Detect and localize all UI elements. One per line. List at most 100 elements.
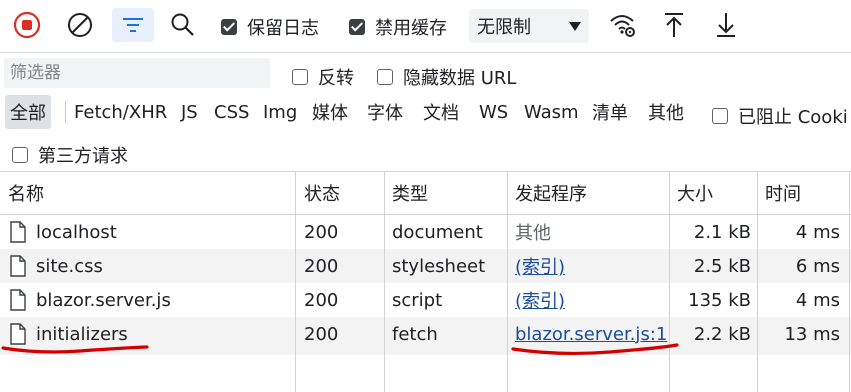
preserve-log-label: 保留日志 — [247, 18, 319, 39]
disable-cache-checkbox[interactable]: 禁用缓存 — [349, 14, 447, 40]
filter-icon — [123, 18, 143, 32]
header-label: 状态 — [304, 184, 340, 205]
export-har-button[interactable] — [709, 8, 743, 42]
type-chip-manifest[interactable]: 清单 — [587, 95, 633, 129]
time-cell: 6 ms — [795, 255, 840, 277]
record-button[interactable] — [10, 8, 44, 42]
checkbox-checked-icon — [349, 19, 365, 35]
column-header-time[interactable]: 时间 — [765, 172, 801, 214]
table-row[interactable]: site.css 200 stylesheet (索引) 2.5 kB 6 ms — [0, 249, 851, 283]
type-chip-media[interactable]: 媒体 — [307, 95, 353, 129]
type-chip-label: 文档 — [423, 103, 459, 124]
document-icon — [10, 255, 26, 277]
blocked-cookies-checkbox[interactable]: 已阻止 Cooki — [712, 103, 848, 129]
request-name-cell: blazor.server.js — [10, 283, 171, 317]
download-icon — [717, 13, 735, 37]
third-party-checkbox[interactable]: 第三方请求 — [12, 142, 128, 168]
type-chip-doc[interactable]: 文档 — [418, 95, 464, 129]
type-chip-img[interactable]: Img — [258, 95, 302, 129]
preserve-log-checkbox[interactable]: 保留日志 — [221, 14, 319, 40]
request-name: blazor.server.js — [36, 289, 171, 311]
checkbox-checked-icon — [221, 19, 237, 35]
type-chip-css[interactable]: CSS — [209, 95, 254, 129]
divider — [0, 52, 851, 53]
table-row[interactable]: initializers 200 fetch blazor.server.js:… — [0, 317, 851, 355]
column-header-name[interactable]: 名称 — [8, 172, 44, 214]
request-name-cell: initializers — [10, 317, 128, 351]
type-chip-label: JS — [181, 101, 198, 123]
column-header-type[interactable]: 类型 — [392, 172, 428, 214]
size-cell: 2.5 kB — [693, 255, 751, 277]
checkbox-unchecked-icon — [292, 69, 308, 85]
disable-cache-label: 禁用缓存 — [375, 18, 447, 39]
filter-input[interactable] — [4, 58, 270, 88]
type-chip-all[interactable]: 全部 — [5, 95, 51, 129]
type-chip-wasm[interactable]: Wasm — [519, 95, 584, 129]
clear-button[interactable] — [63, 8, 97, 42]
column-header-initiator[interactable]: 发起程序 — [515, 172, 587, 214]
type-cell: fetch — [392, 323, 438, 345]
request-name: localhost — [36, 221, 117, 243]
import-har-button[interactable] — [657, 8, 691, 42]
request-name-cell: site.css — [10, 249, 103, 283]
header-label: 类型 — [392, 184, 428, 205]
column-divider[interactable] — [384, 172, 385, 392]
type-chip-fetch-xhr[interactable]: Fetch/XHR — [69, 95, 172, 129]
table-row[interactable]: localhost 200 document 其他 2.1 kB 4 ms — [0, 215, 851, 249]
type-chip-label: 清单 — [592, 103, 628, 124]
filter-toggle-button[interactable] — [112, 8, 154, 42]
initiator-link[interactable]: (索引) — [515, 283, 565, 317]
type-chip-js[interactable]: JS — [176, 95, 203, 129]
type-cell: script — [392, 289, 443, 311]
type-chip-label: 字体 — [367, 103, 403, 124]
header-label: 大小 — [677, 184, 713, 205]
type-chip-font[interactable]: 字体 — [362, 95, 408, 129]
throttling-select[interactable]: 无限制 — [469, 9, 589, 43]
type-chip-label: WS — [479, 101, 509, 123]
invert-label: 反转 — [318, 68, 354, 89]
column-divider[interactable] — [507, 172, 508, 392]
network-toolbar: 保留日志 禁用缓存 无限制 — [0, 0, 851, 52]
initiator-link[interactable]: blazor.server.js:1 — [515, 317, 667, 351]
third-party-label: 第三方请求 — [38, 146, 128, 167]
checkbox-unchecked-icon — [12, 147, 28, 163]
size-cell: 135 kB — [688, 289, 751, 311]
type-chip-label: Fetch/XHR — [74, 101, 168, 123]
column-divider[interactable] — [295, 172, 296, 392]
search-button[interactable] — [166, 8, 200, 42]
type-chip-label: 媒体 — [312, 103, 348, 124]
initiator-cell: 其他 — [515, 223, 551, 244]
initiator-link[interactable]: (索引) — [515, 249, 565, 283]
hide-data-urls-label: 隐藏数据 URL — [403, 68, 517, 89]
column-divider[interactable] — [669, 172, 670, 392]
size-cell: 2.2 kB — [693, 323, 751, 345]
request-name: initializers — [36, 323, 128, 345]
type-chip-label: CSS — [214, 101, 250, 123]
request-name-cell: localhost — [10, 215, 117, 249]
document-icon — [10, 289, 26, 311]
table-row[interactable]: blazor.server.js 200 script (索引) 135 kB … — [0, 283, 851, 317]
throttling-value: 无限制 — [477, 17, 531, 38]
column-header-status[interactable]: 状态 — [304, 172, 340, 214]
search-icon — [171, 13, 194, 36]
type-chip-label: 全部 — [10, 103, 46, 124]
divider — [0, 214, 851, 215]
upload-icon — [665, 13, 683, 37]
type-chip-other[interactable]: 其他 — [643, 95, 689, 129]
network-conditions-button[interactable] — [606, 8, 640, 42]
record-icon — [13, 11, 41, 39]
header-label: 时间 — [765, 184, 801, 205]
column-header-size[interactable]: 大小 — [677, 172, 713, 214]
column-divider[interactable] — [757, 172, 758, 392]
status-cell: 200 — [304, 255, 339, 277]
header-label: 名称 — [8, 184, 44, 205]
invert-checkbox[interactable]: 反转 — [292, 64, 354, 90]
type-chip-ws[interactable]: WS — [474, 95, 513, 129]
size-cell: 2.1 kB — [693, 221, 751, 243]
time-cell: 13 ms — [784, 323, 840, 345]
hide-data-urls-checkbox[interactable]: 隐藏数据 URL — [377, 64, 516, 90]
clear-icon — [68, 13, 92, 37]
column-divider[interactable] — [849, 172, 850, 392]
wifi-settings-icon — [610, 15, 635, 37]
blocked-cookies-label: 已阻止 Cooki — [738, 107, 848, 128]
